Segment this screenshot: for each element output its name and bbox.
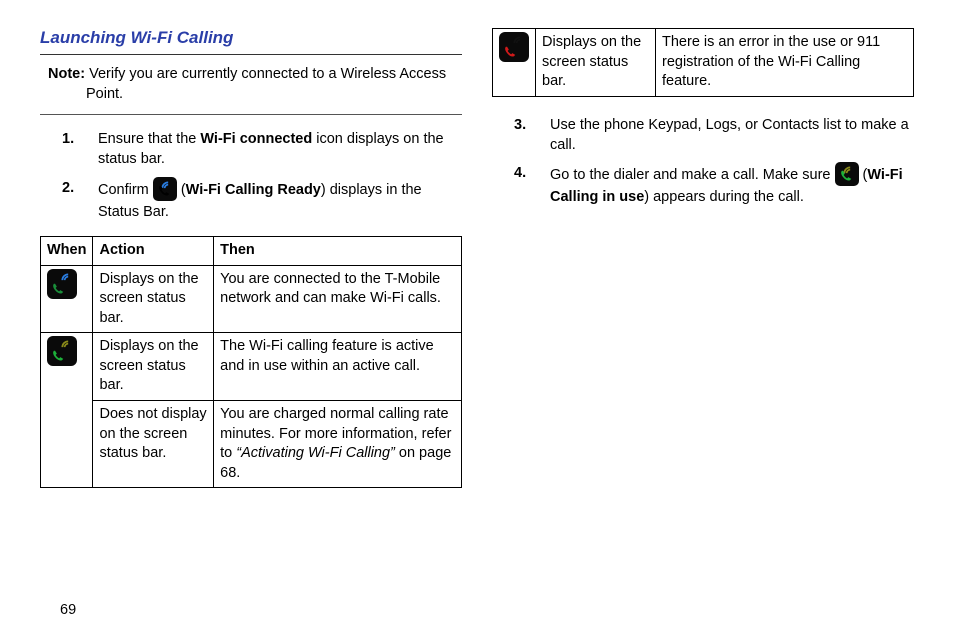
wifi-calling-ready-icon xyxy=(47,269,77,299)
col-then: Then xyxy=(214,237,462,266)
right-column: Displays on the screen status bar. There… xyxy=(492,28,914,488)
note-text-line2: Point. xyxy=(48,85,462,105)
then-cell: There is an error in the use or 911 regi… xyxy=(656,29,914,97)
col-action: Action xyxy=(93,237,214,266)
table-row: Displays on the screen status bar. The W… xyxy=(41,333,462,401)
step-number: 4. xyxy=(514,163,526,183)
icon-cell xyxy=(41,265,93,333)
bold-text: Wi-Fi connected xyxy=(200,131,312,147)
action-cell: Displays on the screen status bar. xyxy=(536,29,656,97)
action-cell: Displays on the screen status bar. xyxy=(93,333,214,401)
icon-cell xyxy=(41,333,93,488)
note-text-line1: Verify you are currently connected to a … xyxy=(89,66,446,82)
icon-cell xyxy=(493,29,536,97)
col-when: When xyxy=(41,237,93,266)
action-cell: Displays on the screen status bar. xyxy=(93,265,214,333)
steps-list-left: 1. Ensure that the Wi-Fi connected icon … xyxy=(40,129,462,222)
step-body: Go to the dialer and make a call. Make s… xyxy=(550,167,903,205)
then-cell: You are charged normal calling rate minu… xyxy=(214,400,462,487)
step-number: 1. xyxy=(62,129,74,149)
table-header-row: When Action Then xyxy=(41,237,462,266)
then-cell: The Wi-Fi calling feature is active and … xyxy=(214,333,462,401)
step-number: 3. xyxy=(514,115,526,135)
divider xyxy=(40,54,462,55)
step-body: Ensure that the Wi-Fi connected icon dis… xyxy=(98,131,444,167)
divider xyxy=(40,114,462,115)
action-cell: Does not display on the screen status ba… xyxy=(93,400,214,487)
note-block: Note: Verify you are currently connected… xyxy=(40,65,462,104)
status-table-right: Displays on the screen status bar. There… xyxy=(492,28,914,97)
step-body: Confirm (Wi-Fi Calling Ready) displays i… xyxy=(98,182,422,220)
wifi-calling-inuse-icon xyxy=(47,336,77,366)
left-column: Launching Wi-Fi Calling Note: Verify you… xyxy=(40,28,462,488)
wifi-calling-inuse-icon xyxy=(835,162,859,186)
then-cell: You are connected to the T-Mobile networ… xyxy=(214,265,462,333)
step-body: Use the phone Keypad, Logs, or Contacts … xyxy=(550,117,909,153)
bold-text: Wi-Fi Calling Ready xyxy=(186,182,321,198)
status-table-left: When Action Then Displays on the screen … xyxy=(40,236,462,488)
table-row: Does not display on the screen status ba… xyxy=(41,400,462,487)
table-row: Displays on the screen status bar. You a… xyxy=(41,265,462,333)
italic-reference: “Activating Wi-Fi Calling” xyxy=(236,445,395,461)
wifi-calling-error-icon xyxy=(499,32,529,62)
step-number: 2. xyxy=(62,178,74,198)
wifi-calling-ready-icon xyxy=(153,177,177,201)
step-item: 4. Go to the dialer and make a call. Mak… xyxy=(514,163,914,207)
steps-list-right: 3. Use the phone Keypad, Logs, or Contac… xyxy=(492,115,914,208)
step-item: 1. Ensure that the Wi-Fi connected icon … xyxy=(62,129,462,170)
note-label: Note: xyxy=(48,66,85,82)
section-title: Launching Wi-Fi Calling xyxy=(40,28,462,48)
step-item: 3. Use the phone Keypad, Logs, or Contac… xyxy=(514,115,914,156)
table-row: Displays on the screen status bar. There… xyxy=(493,29,914,97)
page-number: 69 xyxy=(60,602,76,618)
step-item: 2. Confirm (Wi-Fi Calling Ready) display… xyxy=(62,178,462,222)
